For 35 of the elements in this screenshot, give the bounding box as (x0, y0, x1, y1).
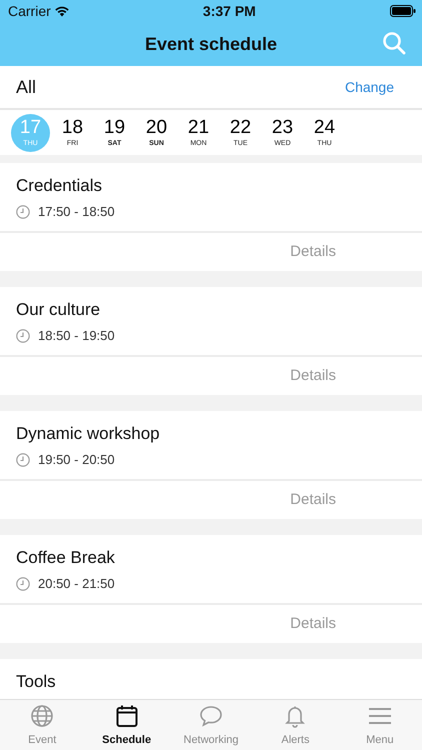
clock-icon (16, 577, 30, 591)
tab-item[interactable]: Alerts (253, 700, 338, 750)
screen-title: Event schedule (144, 32, 278, 56)
event-time: 20:50 - 21:50 (38, 576, 115, 592)
tab-item[interactable]: Networking (168, 700, 254, 750)
battery-icon (390, 5, 416, 17)
event-time: 18:50 - 19:50 (38, 328, 115, 344)
clock-icon (16, 453, 30, 467)
tab-item[interactable]: Schedule (84, 700, 169, 750)
event-title: Our culture (16, 299, 102, 320)
carrier-name: Carrier (8, 2, 51, 20)
tab-item[interactable]: Menu (338, 700, 422, 750)
details-button[interactable]: Details (290, 612, 336, 636)
details-button[interactable]: Details (290, 364, 336, 388)
bell-icon (283, 704, 308, 728)
search-icon (382, 31, 406, 55)
event-time: 17:50 - 18:50 (38, 204, 115, 220)
globe-icon (30, 704, 54, 728)
filter-label: All (16, 76, 36, 98)
details-button[interactable]: Details (290, 488, 336, 512)
calendar-icon (114, 704, 139, 728)
event-title: Tools (16, 671, 57, 692)
event-title: Coffee Break (16, 547, 116, 568)
event-title: Credentials (16, 175, 103, 196)
clock-icon (16, 205, 30, 219)
event-title: Dynamic workshop (16, 423, 161, 444)
details-button[interactable]: Details (290, 240, 336, 264)
change-link[interactable]: Change (344, 76, 394, 98)
status-time: 3:37 PM (202, 2, 256, 20)
event-time: 19:50 - 20:50 (38, 452, 115, 468)
search-button[interactable] (382, 31, 406, 56)
speech-bubble-icon (199, 704, 224, 728)
wifi-icon (54, 6, 69, 16)
clock-icon (16, 329, 30, 343)
tab-item[interactable]: Event (0, 700, 84, 750)
